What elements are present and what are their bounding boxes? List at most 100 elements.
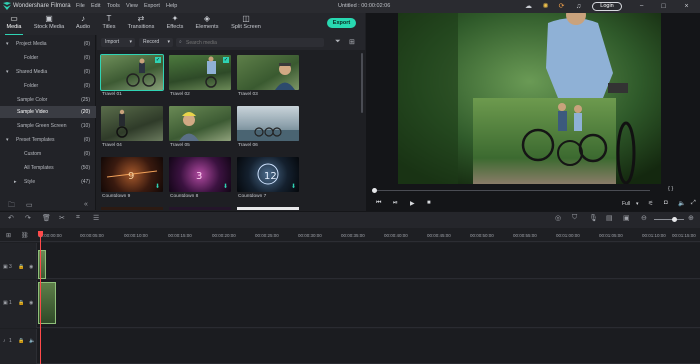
preview-scrubber[interactable] — [372, 187, 652, 193]
video-track-3[interactable] — [0, 243, 700, 279]
sidebar-item-style[interactable]: ▸ Style (47) — [0, 176, 96, 188]
previous-frame-icon[interactable]: ⏮ — [376, 200, 381, 207]
redo-icon[interactable]: ↷ — [25, 214, 31, 222]
folder-add-icon[interactable]: ▭ — [26, 201, 33, 209]
crop-icon[interactable]: ⌗ — [76, 214, 80, 222]
grid-view-icon[interactable]: ⊞ — [349, 38, 355, 46]
filter-icon[interactable]: ⏷ — [335, 38, 341, 46]
lock-icon[interactable]: 🔒 — [18, 300, 24, 306]
marker-icon[interactable]: ⛉ — [572, 214, 577, 222]
sidebar-item-custom[interactable]: Custom (0) — [0, 148, 96, 160]
stop-icon[interactable]: ■ — [427, 200, 431, 206]
zoom-in-icon[interactable]: ⊕ — [688, 214, 694, 222]
video-track-1[interactable] — [0, 280, 700, 328]
tab-transitions[interactable]: ⇄ Transitions — [126, 14, 156, 34]
sidebar-item-sample-video[interactable]: Sample Video (20) — [0, 106, 96, 118]
snapshot-icon[interactable]: ▣ — [623, 214, 630, 222]
tab-split-screen[interactable]: ◫ Split Screen — [229, 14, 263, 34]
adjust-icon[interactable]: ☰ — [93, 214, 99, 222]
zoom-out-icon[interactable]: ⊖ — [641, 214, 647, 222]
sidebar-item-label: Custom — [24, 151, 42, 157]
speaker-icon[interactable]: 🔈 — [29, 338, 35, 344]
sidebar-item-shared-media[interactable]: ▾ Shared Media (0) — [0, 66, 96, 78]
maximize-icon[interactable]: □ — [659, 2, 668, 11]
play-icon[interactable]: ▶ — [410, 200, 415, 207]
download-icon[interactable]: ⬇ — [223, 183, 228, 190]
lock-icon[interactable]: 🔒 — [18, 264, 24, 270]
media-clip-travel-01[interactable]: ✓ Travel 01 — [100, 54, 164, 99]
media-scrollbar[interactable] — [361, 53, 363, 113]
sidebar-item-sample-color[interactable]: Sample Color (25) — [0, 94, 96, 106]
fullscreen-icon[interactable]: ⤢ — [691, 200, 696, 207]
eye-icon[interactable]: ◉ — [29, 300, 33, 306]
play-pause-icon[interactable]: ⏯ — [393, 200, 398, 207]
import-dropdown[interactable]: Import ▾ — [101, 38, 135, 47]
sidebar-item-sample-green-screen[interactable]: Sample Green Screen (10) — [0, 120, 96, 132]
render-icon[interactable]: ◎ — [555, 214, 561, 222]
eye-icon[interactable]: ◉ — [29, 264, 33, 270]
tab-media[interactable]: ▭ Media — [3, 14, 25, 35]
chevron-down-icon: ▾ — [129, 39, 132, 45]
tab-audio[interactable]: ♪ Audio — [72, 14, 94, 34]
menu-export[interactable]: Export — [144, 3, 160, 9]
download-icon[interactable]: ⬇ — [155, 183, 160, 190]
menu-help[interactable]: Help — [166, 3, 177, 9]
menu-tools[interactable]: Tools — [107, 3, 120, 9]
media-clip-countdown-8[interactable]: 3 ⬇ Countdown 8 — [169, 157, 231, 201]
tab-elements[interactable]: ◈ Elements — [194, 14, 220, 34]
chevron-down-icon[interactable]: ▾ — [636, 201, 639, 207]
headset-icon[interactable]: ♫ — [574, 2, 583, 11]
sidebar-item-folder[interactable]: Folder (0) — [0, 80, 96, 92]
export-button[interactable]: Export — [327, 18, 356, 28]
audio-track-1[interactable] — [0, 329, 700, 364]
media-clip-travel-03[interactable]: Travel 03 — [237, 55, 299, 99]
sidebar-item-all-templates[interactable]: All Templates (50) — [0, 162, 96, 174]
sidebar-item-preset-templates[interactable]: ▾ Preset Templates (0) — [0, 134, 96, 146]
cloud-icon[interactable]: ☁ — [524, 2, 533, 11]
quality-dropdown[interactable]: Full — [622, 201, 630, 207]
lightbulb-icon[interactable]: ✺ — [541, 2, 550, 11]
media-clip-countdown-7[interactable]: 12 ⬇ Countdown 7 — [237, 157, 299, 201]
zoom-slider[interactable] — [654, 219, 684, 220]
media-clip-travel-02[interactable]: ✓ Travel 02 — [169, 55, 231, 99]
delete-icon[interactable]: 🗑 — [42, 214, 51, 222]
zoom-slider-handle[interactable] — [672, 217, 677, 222]
cut-icon[interactable]: ✂ — [59, 214, 65, 222]
voiceover-icon[interactable]: ▤ — [606, 214, 613, 222]
microphone-icon[interactable]: 🎙 — [589, 214, 598, 222]
preview-scene-graphic — [398, 13, 661, 184]
menu-view[interactable]: View — [126, 3, 138, 9]
login-button[interactable]: Login — [592, 2, 622, 11]
display-settings-icon[interactable]: ⚟ — [648, 200, 653, 207]
collapse-panel-icon[interactable]: « — [84, 201, 88, 208]
snapshot-icon[interactable]: ◘ — [664, 200, 668, 206]
tab-titles[interactable]: T Titles — [98, 14, 120, 34]
add-track-icon[interactable]: ⊞ — [6, 232, 11, 239]
volume-icon[interactable]: 🔈 — [678, 200, 685, 207]
sidebar-item-folder[interactable]: Folder (0) — [0, 52, 96, 64]
search-box[interactable]: ⌕ — [176, 38, 324, 47]
svg-text:9: 9 — [128, 171, 134, 182]
preview-video-frame[interactable] — [398, 13, 661, 184]
sync-icon[interactable]: ⟳ — [557, 2, 566, 11]
tab-effects[interactable]: ✦ Effects — [164, 14, 186, 34]
media-clip-travel-06[interactable]: Travel 06 — [237, 106, 299, 150]
media-clip-travel-05[interactable]: Travel 05 — [169, 106, 231, 150]
menu-file[interactable]: File — [76, 3, 85, 9]
download-icon[interactable]: ⬇ — [291, 183, 296, 190]
sidebar-item-project-media[interactable]: ▾ Project Media (0) — [0, 38, 96, 50]
record-dropdown[interactable]: Record ▾ — [139, 38, 173, 47]
lock-icon[interactable]: 🔒 — [18, 338, 24, 344]
tab-stock-media[interactable]: ▣ Stock Media — [32, 14, 66, 34]
close-icon[interactable]: × — [682, 2, 691, 11]
link-icon[interactable]: ⛓ — [21, 232, 29, 239]
media-clip-travel-04[interactable]: Travel 04 — [101, 106, 163, 150]
menu-edit[interactable]: Edit — [91, 3, 100, 9]
minimize-icon[interactable]: − — [637, 2, 646, 11]
scrubber-handle[interactable] — [372, 188, 377, 193]
media-clip-countdown-9[interactable]: 9 ⬇ Countdown 9 — [101, 157, 163, 201]
person-thumbnail-graphic — [275, 63, 295, 90]
playhead-line[interactable] — [40, 237, 41, 364]
undo-icon[interactable]: ↶ — [8, 214, 14, 222]
search-input[interactable] — [186, 38, 316, 47]
